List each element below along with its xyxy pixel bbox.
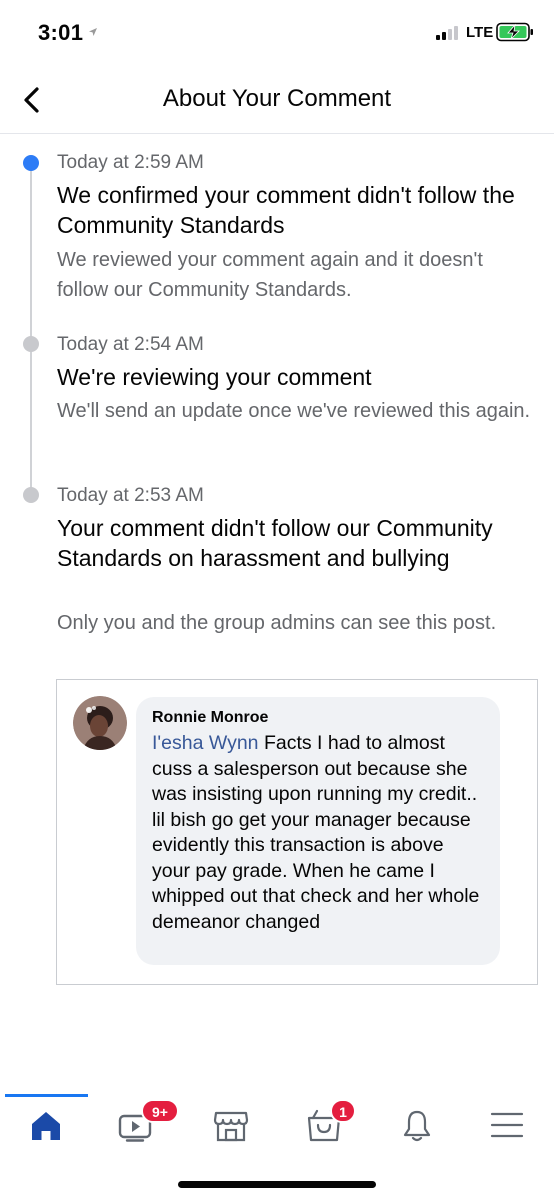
cellular-signal-icon <box>436 26 458 40</box>
storefront-icon <box>213 1111 249 1142</box>
home-indicator[interactable] <box>178 1181 376 1188</box>
timeline-dot <box>23 336 39 352</box>
comment-text: I'esha Wynn Facts I had to almost cuss a… <box>152 731 486 935</box>
timeline-title: We're reviewing your comment <box>57 364 372 390</box>
timeline-time: Today at 2:53 AM <box>57 485 204 506</box>
tab-menu[interactable] <box>488 1107 528 1143</box>
tab-shop[interactable]: 1 <box>304 1099 356 1143</box>
timeline-title: Your comment didn't follow our Community… <box>57 515 493 571</box>
tab-marketplace[interactable] <box>211 1107 251 1143</box>
timeline-time: Today at 2:54 AM <box>57 334 204 355</box>
tab-notifications[interactable] <box>397 1107 437 1143</box>
timeline-time: Today at 2:59 AM <box>57 152 204 173</box>
timeline-dot-active <box>23 155 39 171</box>
tab-watch[interactable]: 9+ <box>117 1099 179 1143</box>
avatar <box>73 696 127 750</box>
mention-link[interactable]: I'esha Wynn <box>152 732 259 754</box>
timeline-dot <box>23 487 39 503</box>
notification-badge: 9+ <box>141 1099 179 1123</box>
bottom-tab-bar: 9+ 1 <box>0 1097 554 1157</box>
tab-home[interactable] <box>26 1107 66 1143</box>
reported-comment-card: Ronnie Monroe I'esha Wynn Facts I had to… <box>56 679 538 985</box>
hamburger-menu-icon <box>490 1112 524 1138</box>
battery-charging-icon <box>496 22 533 42</box>
status-bar: 3:01 LTE <box>0 0 554 66</box>
bell-icon <box>403 1110 431 1142</box>
comment-bubble: Ronnie Monroe I'esha Wynn Facts I had to… <box>136 697 500 965</box>
status-time: 3:01 <box>38 20 84 45</box>
notification-badge: 1 <box>330 1099 356 1123</box>
comment-author[interactable]: Ronnie Monroe <box>152 707 486 729</box>
page-header: About Your Comment <box>0 66 554 134</box>
location-arrow-icon <box>89 28 97 36</box>
network-type-label: LTE <box>466 24 494 41</box>
timeline-title: We confirmed your comment didn't follow … <box>57 182 515 238</box>
home-icon <box>32 1112 60 1140</box>
timeline-description: Only you and the group admins can see th… <box>57 612 497 634</box>
page-title: About Your Comment <box>162 85 392 112</box>
timeline-connector <box>30 163 32 495</box>
timeline-description: We'll send an update once we've reviewed… <box>57 400 531 422</box>
comment-text-line: lil bish go get your manager because evi… <box>152 808 480 933</box>
timeline-description: We reviewed your comment again and it do… <box>57 249 483 301</box>
